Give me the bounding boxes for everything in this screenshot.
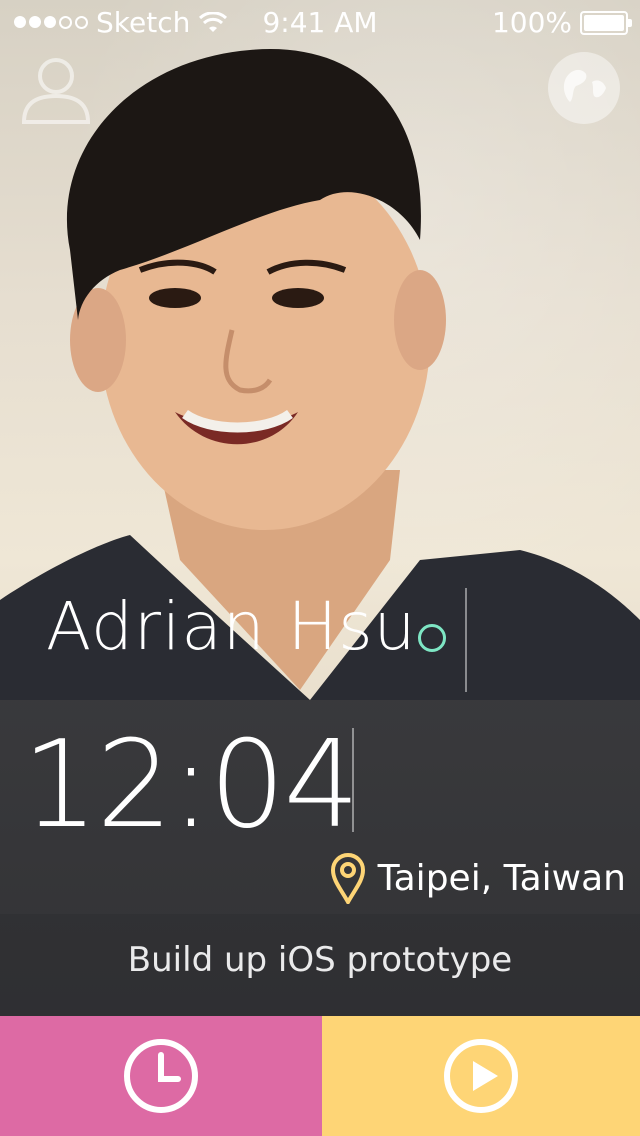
battery-group: 100%	[491, 6, 632, 39]
task-label: Build up iOS prototype	[127, 940, 513, 980]
online-status-icon	[418, 624, 446, 652]
battery-label: 100%	[491, 6, 572, 39]
play-button[interactable]	[322, 1016, 640, 1136]
globe-icon[interactable]	[546, 50, 622, 126]
clock-icon	[124, 1039, 198, 1113]
name-divider	[465, 588, 467, 692]
battery-icon	[580, 10, 632, 35]
location-label: Taipei, Taiwan	[377, 857, 626, 899]
clock-display: 12:04	[22, 716, 360, 855]
profile-screen: Sketch 9:41 AM 100% Adrian Hsu 12:04 Tai…	[0, 0, 640, 1136]
clock-divider	[352, 728, 354, 832]
play-icon	[444, 1039, 518, 1113]
action-bar	[0, 1016, 640, 1136]
location-pin-icon	[330, 853, 365, 904]
status-bar: Sketch 9:41 AM 100%	[0, 0, 640, 40]
name-row: Adrian Hsu	[0, 560, 640, 700]
location-row: Taipei, Taiwan	[330, 852, 626, 904]
user-name: Adrian Hsu	[46, 588, 417, 665]
clock-button[interactable]	[0, 1016, 322, 1136]
profile-icon[interactable]	[18, 50, 94, 126]
